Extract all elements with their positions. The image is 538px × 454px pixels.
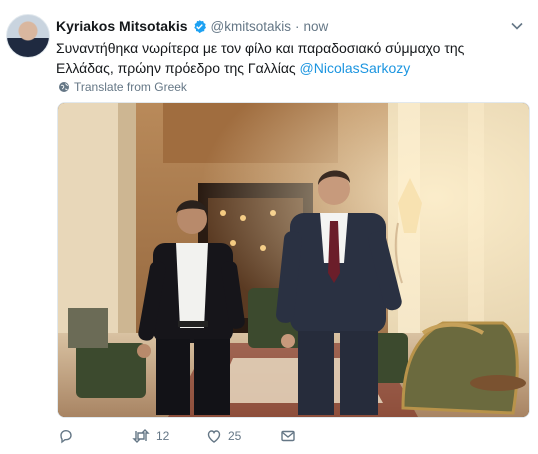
separator-dot: · [294, 18, 300, 34]
tweet-photo[interactable] [57, 102, 530, 418]
chevron-down-icon[interactable] [510, 18, 524, 30]
like-count: 25 [228, 429, 242, 443]
message-button[interactable] [280, 428, 296, 444]
globe-icon [58, 81, 70, 93]
like-icon [206, 428, 222, 444]
photo-scene [58, 103, 529, 417]
reply-button[interactable] [58, 428, 80, 444]
tweet-actions: 12 25 [56, 428, 526, 448]
tweet-timestamp[interactable]: now [303, 19, 328, 34]
message-icon [280, 428, 296, 444]
tweet-text-line2: Ελλάδας, πρώην πρόεδρο της Γαλλίας [56, 60, 300, 76]
reply-icon [58, 428, 74, 444]
author-name[interactable]: Kyriakos Mitsotakis [56, 18, 188, 34]
author-handle[interactable]: @kmitsotakis [211, 19, 291, 34]
mention-link[interactable]: @NicolasSarkozy [300, 60, 411, 76]
avatar[interactable] [6, 14, 50, 58]
retweet-count: 12 [156, 429, 170, 443]
like-button[interactable]: 25 [206, 428, 241, 444]
translate-link[interactable]: Translate from Greek [58, 80, 187, 94]
tweet-text-line1: Συναντήθηκα νωρίτερα με τον φίλο και παρ… [56, 40, 465, 56]
translate-label: Translate from Greek [74, 80, 187, 94]
tweet-header: Kyriakos Mitsotakis @kmitsotakis · now [56, 16, 526, 36]
tweet-text: Συναντήθηκα νωρίτερα με τον φίλο και παρ… [56, 38, 526, 78]
retweet-button[interactable]: 12 [132, 428, 169, 444]
verified-badge-icon [192, 19, 207, 34]
retweet-icon [132, 428, 150, 444]
tweet-card: Kyriakos Mitsotakis @kmitsotakis · now Σ… [0, 0, 538, 454]
